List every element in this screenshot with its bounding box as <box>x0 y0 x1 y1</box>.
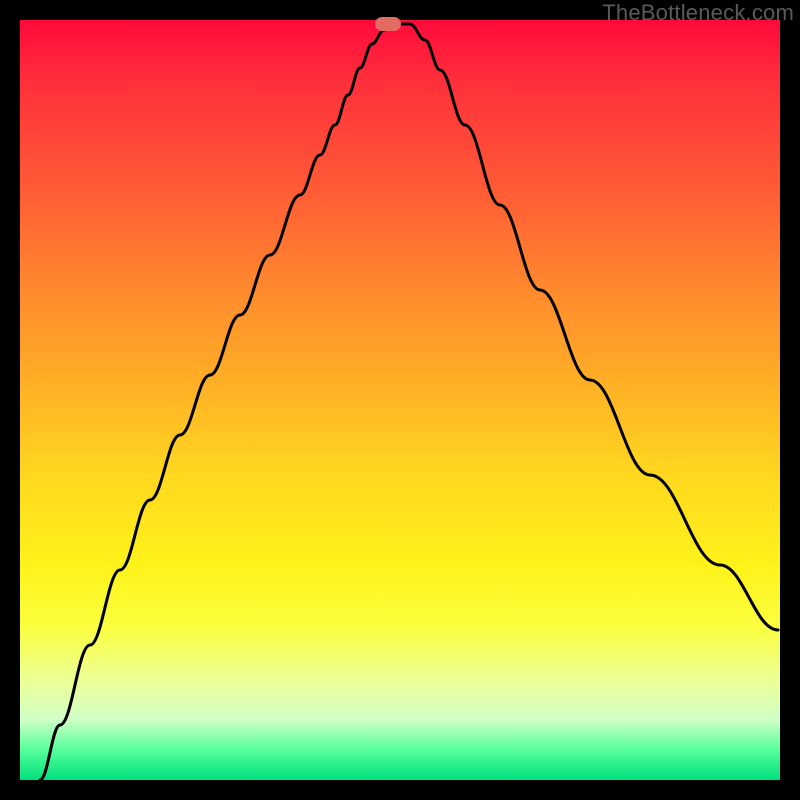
chart-container: TheBottleneck.com <box>0 0 800 800</box>
plot-area <box>20 20 780 780</box>
optimum-marker <box>375 17 401 31</box>
bottleneck-curve <box>40 24 778 780</box>
curve-svg <box>20 20 780 780</box>
watermark-text: TheBottleneck.com <box>602 0 794 26</box>
